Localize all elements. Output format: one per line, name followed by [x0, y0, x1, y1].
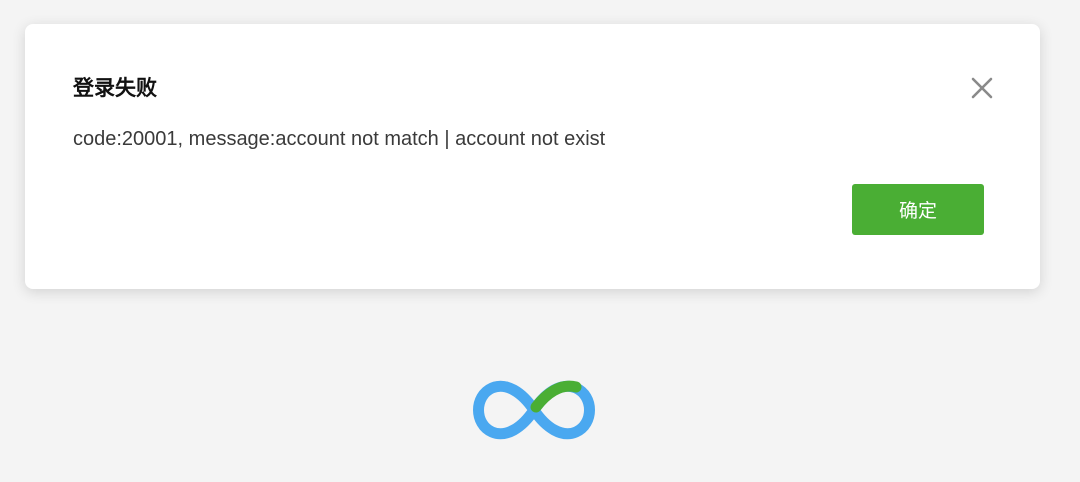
close-icon	[971, 77, 993, 99]
infinity-logo-icon	[473, 380, 595, 440]
page: { "dialog": { "title": "登录失败", "message"…	[0, 0, 1080, 482]
close-button[interactable]	[970, 76, 994, 100]
dialog-title: 登录失败	[73, 76, 157, 100]
dialog-message: code:20001, message:account not match | …	[73, 128, 606, 150]
error-dialog: 登录失败 code:20001, message:account not mat…	[25, 24, 1040, 289]
confirm-button[interactable]: 确定	[852, 184, 984, 235]
